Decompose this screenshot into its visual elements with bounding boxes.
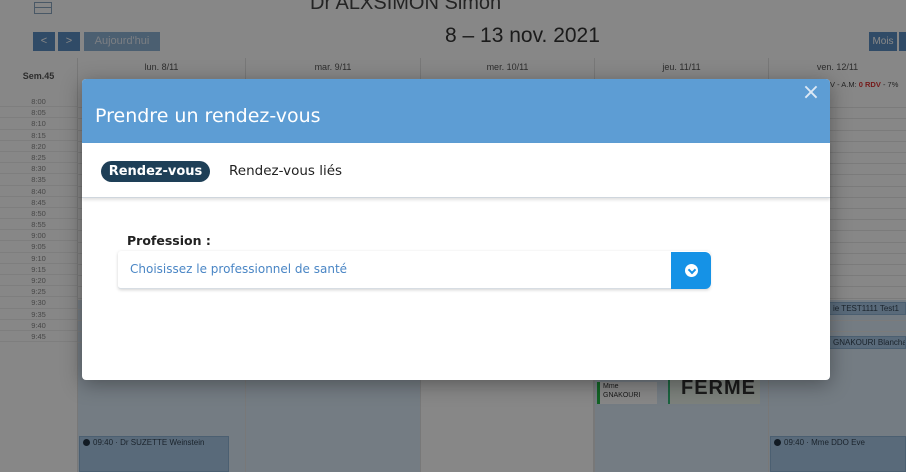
profession-select[interactable]: Choisissez le professionnel de santé [118,251,710,289]
chevron-down-icon [685,264,698,277]
close-icon[interactable]: × [800,82,822,104]
profession-select-placeholder: Choisissez le professionnel de santé [130,262,348,276]
modal-header: Prendre un rendez-vous × [82,79,830,143]
modal-title: Prendre un rendez-vous [95,105,321,127]
modal-tabs: Rendez-vous Rendez-vous liés [82,143,830,198]
tab-rendez-vous-lies[interactable]: Rendez-vous liés [229,161,342,182]
tab-rendez-vous[interactable]: Rendez-vous [101,161,210,182]
profession-label: Profession : [127,233,211,248]
appointment-modal: Prendre un rendez-vous × Rendez-vous Ren… [82,79,830,380]
profession-dropdown-button[interactable] [671,252,711,289]
